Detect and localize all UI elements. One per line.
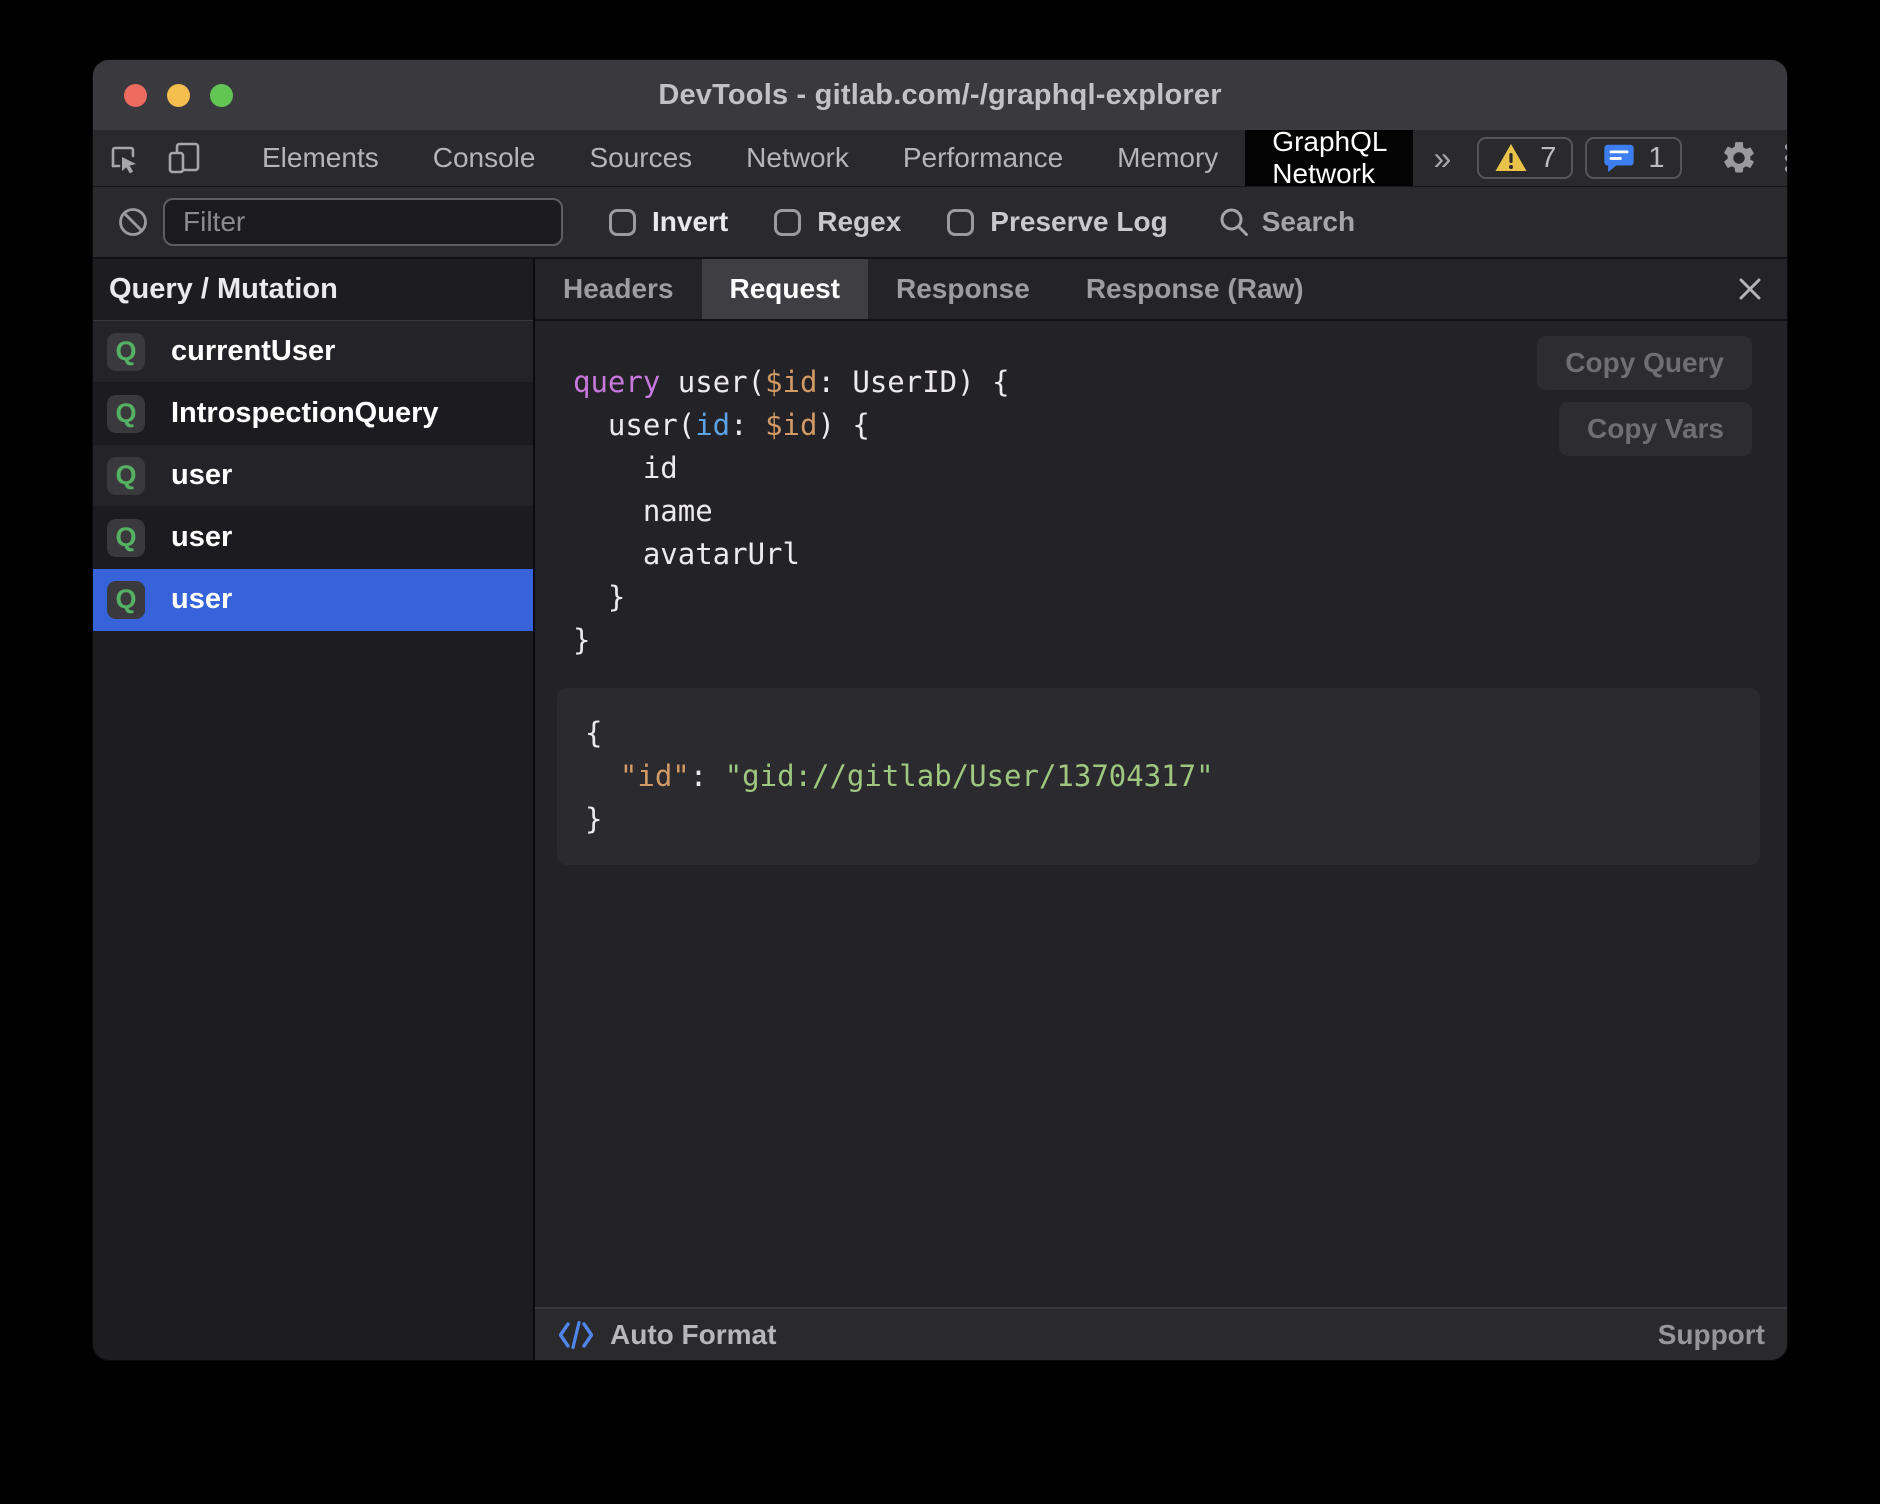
support-link[interactable]: Support: [1658, 1319, 1765, 1351]
query-item-label: currentUser: [171, 335, 335, 368]
main-tab-console[interactable]: Console: [406, 130, 563, 186]
checkbox-label-invert: Invert: [652, 206, 728, 238]
window-title: DevTools - gitlab.com/-/graphql-explorer: [658, 79, 1221, 112]
checkbox-box-invert[interactable]: [609, 209, 636, 236]
filter-input[interactable]: [163, 198, 563, 246]
close-detail-button[interactable]: [1713, 259, 1787, 319]
checkbox-box-preserve-log[interactable]: [947, 209, 974, 236]
clear-block-icon: [117, 206, 149, 238]
checkbox-preserve-log[interactable]: Preserve Log: [947, 206, 1167, 238]
detail-tab-bar: HeadersRequestResponseResponse (Raw): [535, 259, 1787, 321]
query-item-introspectionquery[interactable]: Q IntrospectionQuery: [93, 383, 533, 445]
more-tabs-button[interactable]: »: [1413, 130, 1471, 186]
query-type-badge: Q: [107, 333, 145, 371]
query-type-badge: Q: [107, 519, 145, 557]
inspect-element-button[interactable]: [93, 130, 153, 186]
message-bubble-icon: [1602, 141, 1636, 175]
kebab-menu-icon: [1782, 139, 1787, 177]
copy-vars-button[interactable]: Copy Vars: [1559, 402, 1752, 456]
panel-tabs: ElementsConsoleSourcesNetworkPerformance…: [235, 130, 1413, 186]
filter-options: Invert Regex Preserve Log: [563, 206, 1168, 238]
search-icon: [1218, 206, 1250, 238]
copy-query-button[interactable]: Copy Query: [1537, 336, 1752, 390]
inspect-cursor-icon: [105, 140, 141, 176]
checkbox-label-preserve-log: Preserve Log: [990, 206, 1167, 238]
query-code-line: avatarUrl: [573, 533, 1787, 576]
checkbox-regex[interactable]: Regex: [774, 206, 901, 238]
auto-format-button[interactable]: Auto Format: [557, 1319, 776, 1351]
auto-format-label: Auto Format: [610, 1319, 776, 1351]
main-split: Query / Mutation QcurrentUserQIntrospect…: [93, 259, 1787, 1360]
settings-button[interactable]: [1708, 139, 1770, 177]
query-item-user[interactable]: Quser: [93, 507, 533, 569]
variables-code-line: "id": "gid://gitlab/User/13704317": [585, 755, 1732, 798]
request-tab-content: query user($id: UserID) { user(id: $id) …: [535, 321, 1787, 1307]
detail-tab-request[interactable]: Request: [702, 259, 868, 319]
message-count: 1: [1648, 142, 1664, 175]
devtools-window: DevTools - gitlab.com/-/graphql-explorer…: [93, 60, 1787, 1360]
query-item-user[interactable]: Quser: [93, 445, 533, 507]
query-list-header: Query / Mutation: [93, 259, 533, 321]
warning-count: 7: [1540, 142, 1556, 175]
checkbox-label-regex: Regex: [817, 206, 901, 238]
query-item-currentuser[interactable]: QcurrentUser: [93, 321, 533, 383]
main-tab-elements[interactable]: Elements: [235, 130, 406, 186]
search-label: Search: [1262, 206, 1355, 238]
query-code-line: }: [573, 576, 1787, 619]
messages-badge[interactable]: 1: [1585, 137, 1681, 179]
detail-tab-headers[interactable]: Headers: [535, 259, 702, 319]
main-tab-network[interactable]: Network: [719, 130, 876, 186]
network-filter-bar: Invert Regex Preserve Log Search: [93, 187, 1787, 259]
detail-tab-response-raw[interactable]: Response (Raw): [1058, 259, 1332, 319]
minimize-window-button[interactable]: [167, 84, 190, 107]
maximize-window-button[interactable]: [210, 84, 233, 107]
detail-tab-response[interactable]: Response: [868, 259, 1058, 319]
main-tab-sources[interactable]: Sources: [562, 130, 719, 186]
title-bar[interactable]: DevTools - gitlab.com/-/graphql-explorer: [93, 60, 1787, 130]
devtools-tab-bar: ElementsConsoleSourcesNetworkPerformance…: [93, 130, 1787, 187]
query-item-user[interactable]: Quser: [93, 569, 533, 631]
query-list: QcurrentUserQIntrospectionQueryQuserQuse…: [93, 321, 533, 631]
checkbox-invert[interactable]: Invert: [609, 206, 728, 238]
variables-code-line: {: [585, 712, 1732, 755]
query-type-badge: Q: [107, 457, 145, 495]
query-item-label: IntrospectionQuery: [171, 397, 439, 430]
code-brackets-icon: [557, 1320, 595, 1350]
query-code-line: }: [573, 619, 1787, 662]
query-list-panel: Query / Mutation QcurrentUserQIntrospect…: [93, 259, 535, 1360]
device-toolbar-icon: [165, 139, 203, 177]
window-controls: [124, 60, 233, 130]
toggle-device-toolbar-button[interactable]: [153, 130, 215, 186]
clear-requests-button[interactable]: [117, 206, 149, 238]
checkbox-box-regex[interactable]: [774, 209, 801, 236]
query-item-label: user: [171, 521, 232, 554]
close-window-button[interactable]: [124, 84, 147, 107]
warnings-badge[interactable]: 7: [1477, 137, 1573, 179]
main-tab-graphql-network[interactable]: GraphQL Network: [1245, 130, 1413, 186]
variables-code-line: }: [585, 798, 1732, 841]
chevron-double-right-icon: »: [1433, 140, 1451, 177]
customize-devtools-button[interactable]: [1770, 139, 1787, 177]
gear-icon: [1720, 139, 1758, 177]
query-type-badge: Q: [107, 581, 145, 619]
warning-triangle-icon: [1494, 142, 1528, 174]
main-tab-memory[interactable]: Memory: [1090, 130, 1245, 186]
close-icon: [1735, 274, 1765, 304]
search-button[interactable]: Search: [1218, 206, 1355, 238]
query-code-line: name: [573, 490, 1787, 533]
request-detail-panel: HeadersRequestResponseResponse (Raw) que…: [535, 259, 1787, 1360]
query-item-label: user: [171, 583, 232, 616]
query-item-label: user: [171, 459, 232, 492]
detail-footer: Auto Format Support: [535, 1307, 1787, 1360]
detail-tabs: HeadersRequestResponseResponse (Raw): [535, 259, 1332, 319]
query-type-badge: Q: [107, 395, 145, 433]
main-tab-performance[interactable]: Performance: [876, 130, 1090, 186]
graphql-variables-box: { "id": "gid://gitlab/User/13704317"}: [557, 688, 1760, 865]
